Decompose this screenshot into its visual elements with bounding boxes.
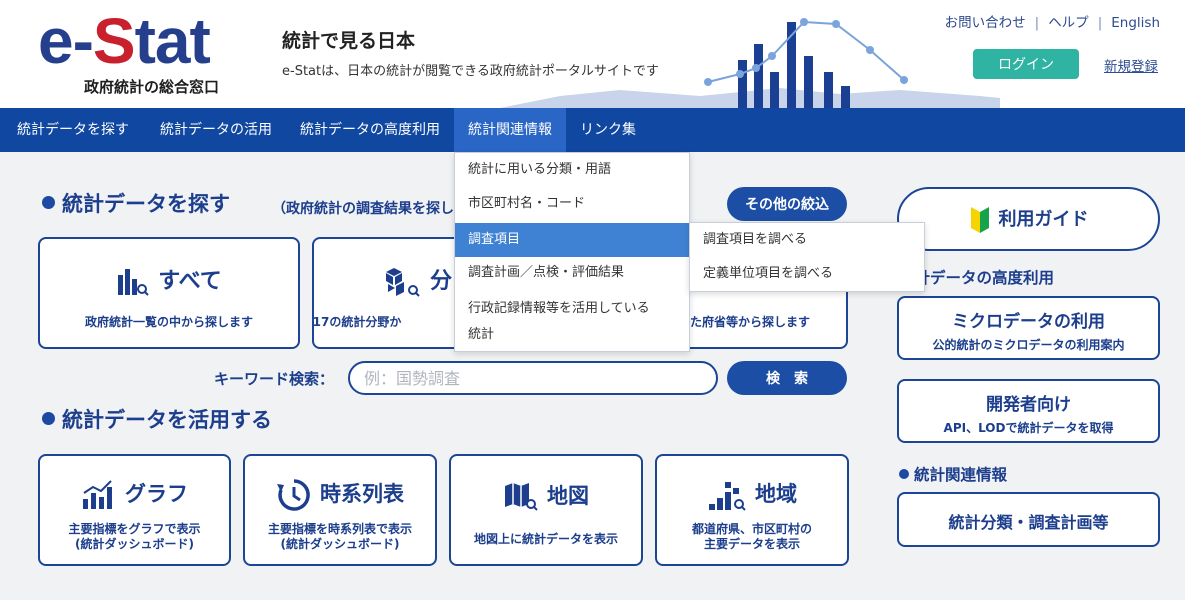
nav-find-data[interactable]: 統計データを探す <box>0 108 146 152</box>
search-button[interactable]: 検 索 <box>727 361 847 395</box>
card-timeseries-title: 時系列表 <box>320 482 404 506</box>
card-graph[interactable]: グラフ 主要指標をグラフで表示 (統計ダッシュボード) <box>38 454 231 566</box>
register-link[interactable]: 新規登録 <box>1104 55 1158 75</box>
clock-icon <box>277 479 310 511</box>
developer-desc: API、LODで統計データを取得 <box>943 421 1114 435</box>
card-map-desc: 地図上に統計データを表示 <box>473 532 618 546</box>
top-links: お問い合わせ | ヘルプ | English <box>944 15 1160 31</box>
usage-guide-label: 利用ガイド <box>998 209 1089 230</box>
beginner-mark-icon <box>970 207 989 233</box>
help-link[interactable]: ヘルプ <box>1048 15 1089 31</box>
logo-subtitle: 政府統計の総合窓口 <box>84 78 220 96</box>
estat-logo[interactable]: e-Stat 政府統計の総合窓口 <box>38 4 238 96</box>
card-region-desc1: 都道府県、市区町村の <box>691 522 812 536</box>
search-section-title: 統計データを探す <box>42 188 230 218</box>
card-map-title: 地図 <box>547 484 589 508</box>
dd-item-admin-records-cont[interactable]: 統計 <box>455 322 689 348</box>
card-field-desc: 17の統計分野か <box>312 315 402 329</box>
header-chart-decoration-icon <box>500 18 1000 108</box>
classification-plan-card[interactable]: 統計分類・調査計画等 <box>897 492 1160 547</box>
use-section-title: 統計データを活用する <box>42 404 272 434</box>
search-section-note: （政府統計の調査結果を探し <box>272 201 454 217</box>
survey-items-subdropdown: 調査項目を調べる 定義単位項目を調べる <box>689 222 925 292</box>
site-header: e-Stat 政府統計の総合窓口 統計で見る日本 e-Statは、日本の統計が閲… <box>0 0 1185 108</box>
card-all-title: すべて <box>158 269 222 294</box>
card-timeseries-desc2: (統計ダッシュボード) <box>280 537 400 551</box>
dd-item-admin-records[interactable]: 行政記録情報等を活用している <box>455 296 689 322</box>
card-region[interactable]: 地域 都道府県、市区町村の 主要データを表示 <box>655 454 849 566</box>
nav-links[interactable]: リンク集 <box>566 108 650 152</box>
related-info-heading: 統計関連情報 <box>899 463 1007 485</box>
card-timeseries[interactable]: 時系列表 主要指標を時系列表で表示 (統計ダッシュボード) <box>243 454 437 566</box>
microdata-title: ミクロデータの利用 <box>952 312 1105 332</box>
card-graph-desc1: 主要指標をグラフで表示 <box>68 522 201 536</box>
contact-link[interactable]: お問い合わせ <box>945 15 1026 31</box>
region-blocks-icon <box>709 482 746 511</box>
other-filter-button[interactable]: その他の絞込 <box>727 187 847 221</box>
nav-related-info[interactable]: 統計関連情報 <box>454 108 566 152</box>
card-field[interactable]: 分 17の統計分野か <box>312 237 462 349</box>
developer-title: 開発者向け <box>986 395 1071 415</box>
cubes-search-icon <box>386 268 420 297</box>
developer-card[interactable]: 開発者向け API、LODで統計データを取得 <box>897 379 1160 443</box>
bar-chart-search-icon <box>118 269 149 296</box>
card-all[interactable]: すべて 政府統計一覧の中から探します <box>38 237 300 349</box>
sub-item-definition-unit[interactable]: 定義単位項目を調べる <box>690 261 833 287</box>
card-agency-desc: した府省等から探します <box>678 315 811 329</box>
nav-advanced-use[interactable]: 統計データの高度利用 <box>286 108 454 152</box>
map-search-icon <box>505 483 538 511</box>
sub-item-search-survey[interactable]: 調査項目を調べる <box>690 227 807 253</box>
microdata-card[interactable]: ミクロデータの利用 公的統計のミクロデータの利用案内 <box>897 296 1160 360</box>
keyword-search-input[interactable] <box>348 361 718 395</box>
login-button[interactable]: ログイン <box>973 49 1079 79</box>
related-info-dropdown: 統計に用いる分類・用語 市区町村名・コード 調査項目 調査計画／点検・評価結果 … <box>454 152 690 352</box>
nav-use-data[interactable]: 統計データの活用 <box>146 108 286 152</box>
dd-item-classification[interactable]: 統計に用いる分類・用語 <box>455 157 689 183</box>
dd-item-survey-plan[interactable]: 調査計画／点検・評価結果 <box>455 260 689 286</box>
site-title: 統計で見る日本 <box>282 30 416 52</box>
dd-item-survey-items[interactable]: 調査項目 <box>455 223 689 257</box>
card-graph-desc2: (統計ダッシュボード) <box>75 537 194 551</box>
card-all-desc: 政府統計一覧の中から探します <box>84 315 253 329</box>
card-region-title: 地域 <box>755 482 797 506</box>
card-map[interactable]: 地図 地図上に統計データを表示 <box>449 454 643 566</box>
logo-wordmark: e-Stat <box>38 5 211 77</box>
card-timeseries-desc1: 主要指標を時系列表で表示 <box>267 522 412 536</box>
card-field-title: 分 <box>430 269 453 294</box>
english-link[interactable]: English <box>1111 15 1160 31</box>
keyword-label: キーワード検索： <box>214 370 335 388</box>
usage-guide-button[interactable]: 利用ガイド <box>897 187 1160 251</box>
card-graph-title: グラフ <box>125 482 188 506</box>
classification-plan-title: 統計分類・調査計画等 <box>948 513 1109 532</box>
dd-item-municipality-code[interactable]: 市区町村名・コード <box>455 191 689 217</box>
graph-icon <box>83 480 112 509</box>
microdata-desc: 公的統計のミクロデータの利用案内 <box>932 338 1125 352</box>
card-region-desc2: 主要データを表示 <box>703 537 800 551</box>
main-nav: 統計データを探す 統計データの活用 統計データの高度利用 統計関連情報 リンク集 <box>0 108 1185 152</box>
